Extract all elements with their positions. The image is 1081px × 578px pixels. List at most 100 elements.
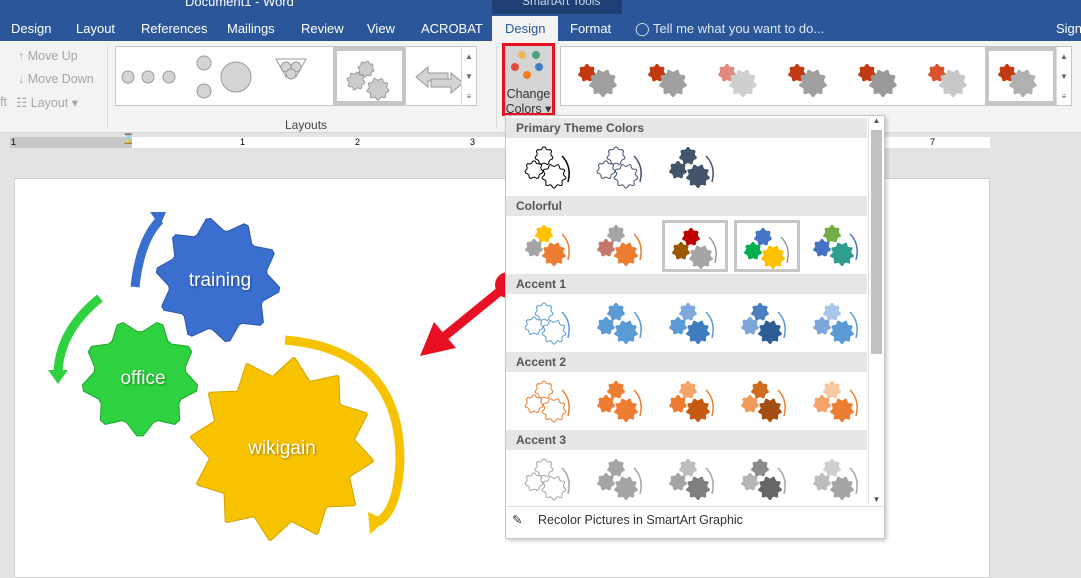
change-colors-label-2: Colors <box>505 102 542 116</box>
gear-icon <box>823 225 841 243</box>
gear-icon <box>830 476 854 500</box>
styles-scrollbar[interactable]: ▲ ▼ ≡ <box>1056 47 1071 105</box>
tab-smartart-design[interactable]: Design <box>492 16 559 41</box>
ruler-label: 7 <box>930 137 936 147</box>
section-header: Colorful <box>506 196 867 216</box>
gear-icon <box>679 147 697 165</box>
gear-color-preview <box>524 146 570 189</box>
color-option[interactable] <box>590 298 656 350</box>
gear-icon <box>524 316 544 336</box>
color-option[interactable] <box>518 142 584 194</box>
gear-color-preview <box>741 459 786 500</box>
color-option[interactable] <box>662 298 728 350</box>
gear-layout-thumbnail <box>346 60 390 101</box>
gear-color-preview <box>524 380 570 423</box>
gear-color-preview <box>524 458 570 501</box>
move-up-button[interactable]: ↑ Move Up <box>18 49 78 63</box>
gear-icon <box>686 476 710 500</box>
color-option[interactable] <box>806 220 872 272</box>
color-option[interactable] <box>662 220 728 272</box>
gear-icon <box>686 398 710 422</box>
gear-icon <box>357 60 375 78</box>
tab-format[interactable]: Format <box>570 21 611 36</box>
layouts-group-label: Layouts <box>285 118 328 132</box>
color-option[interactable] <box>734 376 800 428</box>
ruler-label: 1 <box>240 137 246 147</box>
gear-color-preview <box>669 303 714 344</box>
layout-thumbnails <box>121 47 464 105</box>
indent-marker[interactable]: ⌛ <box>122 134 134 145</box>
gear-color-preview <box>597 225 642 266</box>
gear-icon <box>823 381 841 399</box>
layout-label: Layout <box>30 96 69 110</box>
gallery-scrollbar[interactable]: ▲ ▼ ≡ <box>461 47 476 105</box>
node-office[interactable]: office <box>120 368 165 390</box>
node-training[interactable]: training <box>189 270 251 292</box>
color-option[interactable] <box>734 220 800 272</box>
gear-icon <box>758 398 782 422</box>
recolor-label: Recolor Pictures in SmartArt Graphic <box>538 513 743 527</box>
gear-icon <box>614 476 638 500</box>
change-colors-label: Change <box>506 87 551 101</box>
gear-icon <box>613 163 639 189</box>
smartart-styles-gallery[interactable]: ▲ ▼ ≡ <box>560 46 1072 106</box>
color-option[interactable] <box>590 376 656 428</box>
color-option[interactable] <box>662 454 728 506</box>
gear-icon <box>541 163 567 189</box>
recolor-icon: ✎ <box>512 513 523 527</box>
color-option[interactable] <box>518 454 584 506</box>
gear-icon <box>596 160 616 180</box>
color-option[interactable] <box>662 376 728 428</box>
ruler-label: 1 <box>11 137 17 147</box>
section-header: Accent 3 <box>506 430 867 450</box>
recolor-pictures-item[interactable]: ✎ Recolor Pictures in SmartArt Graphic <box>506 506 884 538</box>
color-option[interactable] <box>734 454 800 506</box>
section-header: Accent 2 <box>506 352 867 372</box>
tab-layout[interactable]: Layout <box>76 21 115 36</box>
color-option[interactable] <box>806 376 872 428</box>
gear-icon <box>524 472 544 492</box>
color-option[interactable] <box>518 298 584 350</box>
color-option[interactable] <box>590 454 656 506</box>
dropdown-scrollbar[interactable]: ▲ ▼ <box>868 116 884 504</box>
gear-color-preview <box>672 228 717 269</box>
color-option[interactable] <box>590 220 656 272</box>
window-title: Document1 - Word <box>185 0 294 9</box>
move-down-button[interactable]: ↓ Move Down <box>18 72 94 86</box>
tab-design[interactable]: Design <box>11 21 51 36</box>
sign-in-link[interactable]: Sign <box>1056 21 1081 36</box>
gear-color-preview <box>813 381 858 422</box>
gear-icon <box>366 77 390 101</box>
divider <box>496 46 497 128</box>
gear-icon <box>607 303 625 321</box>
tab-view[interactable]: View <box>367 21 395 36</box>
layout-button[interactable]: ☷ Layout ▾ <box>16 95 78 110</box>
color-option[interactable] <box>806 454 872 506</box>
gear-icon <box>823 303 841 321</box>
color-option[interactable] <box>518 220 584 272</box>
tab-mailings[interactable]: Mailings <box>227 21 275 36</box>
gear-color-preview <box>597 381 642 422</box>
gear-icon <box>524 160 544 180</box>
tab-references[interactable]: References <box>141 21 207 36</box>
node-wikigain[interactable]: wikigain <box>248 438 316 460</box>
tell-me-search[interactable]: ◯ Tell me what you want to do... <box>635 21 824 37</box>
color-option[interactable] <box>590 142 656 194</box>
gear-icon <box>614 242 638 266</box>
color-option[interactable] <box>806 298 872 350</box>
color-option[interactable] <box>662 142 728 194</box>
gear-color-preview <box>669 459 714 500</box>
gear-icon <box>534 302 554 322</box>
scroll-thumb[interactable] <box>871 130 882 354</box>
layouts-gallery[interactable]: ▲ ▼ ≡ <box>115 46 477 106</box>
gear-icon <box>535 225 553 243</box>
color-option[interactable] <box>518 376 584 428</box>
tab-acrobat[interactable]: ACROBAT <box>421 21 483 36</box>
gear-icon <box>686 320 710 344</box>
color-option[interactable] <box>734 298 800 350</box>
gear-color-preview <box>525 225 570 266</box>
gear-color-preview <box>741 381 786 422</box>
change-colors-button[interactable]: Change Colors ▾ <box>502 43 555 116</box>
gear-icon <box>830 320 854 344</box>
tab-review[interactable]: Review <box>301 21 344 36</box>
